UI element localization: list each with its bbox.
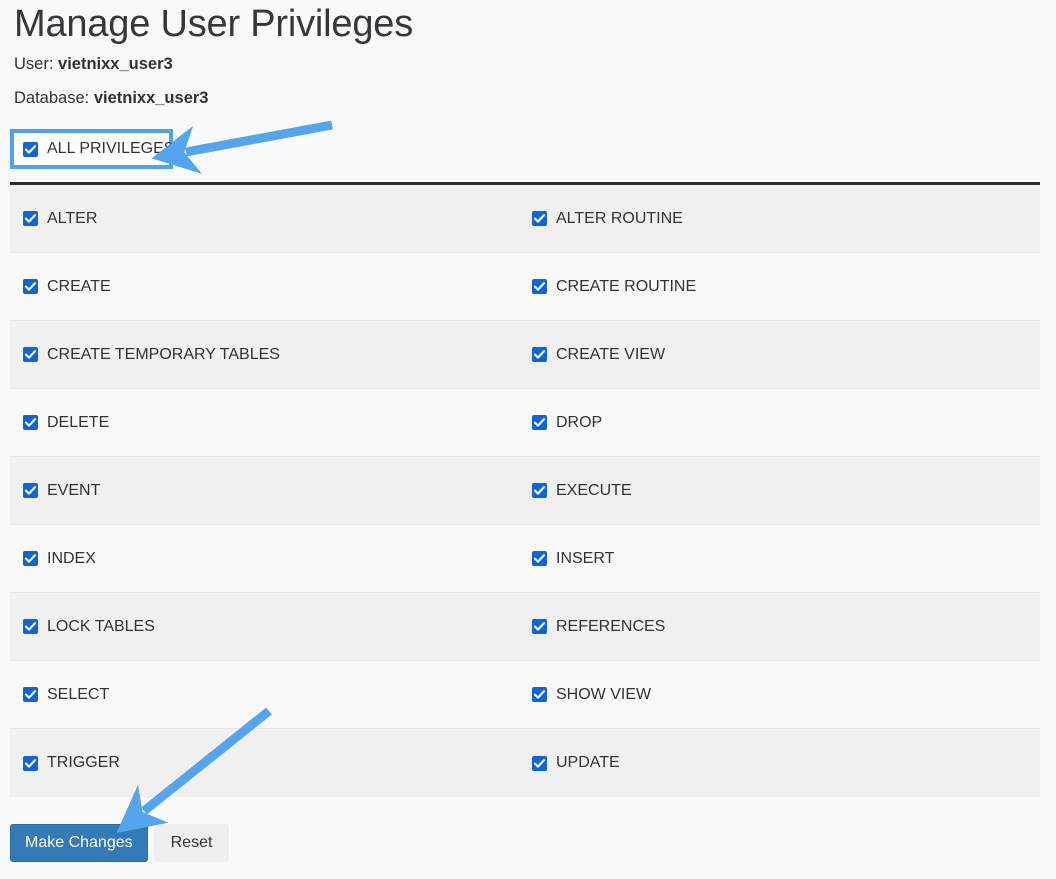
all-privileges-label: ALL PRIVILEGES xyxy=(47,140,174,158)
privilege-cell-left: CREATE TEMPORARY TABLES xyxy=(10,346,525,364)
privilege-checkbox[interactable] xyxy=(532,483,547,498)
page-title: Manage User Privileges xyxy=(10,0,1046,48)
privilege-checkbox[interactable] xyxy=(532,756,547,771)
table-row: EVENT EXECUTE xyxy=(10,457,1040,525)
privilege-label: ALTER ROUTINE xyxy=(556,210,683,228)
privilege-label: SHOW VIEW xyxy=(556,686,651,704)
privilege-label: CREATE xyxy=(47,278,111,296)
table-row: INDEX INSERT xyxy=(10,525,1040,593)
page-header: Manage User Privileges User: vietnixx_us… xyxy=(0,0,1056,108)
privilege-checkbox[interactable] xyxy=(532,347,547,362)
privilege-cell-right: SHOW VIEW xyxy=(525,686,1040,704)
database-value: vietnixx_user3 xyxy=(94,89,209,107)
table-row: ALTER ALTER ROUTINE xyxy=(10,185,1040,253)
privilege-checkbox[interactable] xyxy=(532,211,547,226)
privilege-label: CREATE VIEW xyxy=(556,346,665,364)
privilege-checkbox[interactable] xyxy=(23,279,38,294)
privilege-cell-left: EVENT xyxy=(10,482,525,500)
privilege-cell-right: REFERENCES xyxy=(525,618,1040,636)
privilege-label: UPDATE xyxy=(556,754,620,772)
privilege-label: EXECUTE xyxy=(556,482,632,500)
privilege-cell-right: INSERT xyxy=(525,550,1040,568)
privilege-checkbox[interactable] xyxy=(23,687,38,702)
privilege-label: CREATE ROUTINE xyxy=(556,278,696,296)
table-row: CREATE CREATE ROUTINE xyxy=(10,253,1040,321)
privilege-checkbox[interactable] xyxy=(532,551,547,566)
privilege-checkbox[interactable] xyxy=(23,551,38,566)
table-row: SELECT SHOW VIEW xyxy=(10,661,1040,729)
privilege-cell-right: EXECUTE xyxy=(525,482,1040,500)
privileges-table: ALTERALTER ROUTINECREATECREATE ROUTINECR… xyxy=(10,185,1040,797)
privilege-label: INDEX xyxy=(47,550,96,568)
privilege-cell-left: DELETE xyxy=(10,414,525,432)
privilege-checkbox[interactable] xyxy=(532,687,547,702)
privilege-label: EVENT xyxy=(47,482,100,500)
user-info-line: User: vietnixx_user3 xyxy=(10,55,1046,74)
user-label: User: xyxy=(14,55,53,73)
privilege-cell-left: ALTER xyxy=(10,210,525,228)
table-row: TRIGGER UPDATE xyxy=(10,729,1040,797)
privilege-label: TRIGGER xyxy=(47,754,120,772)
privilege-cell-left: CREATE xyxy=(10,278,525,296)
privilege-cell-right: CREATE VIEW xyxy=(525,346,1040,364)
privilege-checkbox[interactable] xyxy=(23,483,38,498)
privilege-cell-left: INDEX xyxy=(10,550,525,568)
privilege-checkbox[interactable] xyxy=(23,415,38,430)
privilege-checkbox[interactable] xyxy=(23,211,38,226)
all-privileges-highlight-box: ALL PRIVILEGES xyxy=(10,129,173,169)
table-row: LOCK TABLES REFERENCES xyxy=(10,593,1040,661)
database-label: Database: xyxy=(14,89,89,107)
privilege-label: SELECT xyxy=(47,686,109,704)
form-actions: Make Changes Reset xyxy=(10,824,1056,862)
privilege-label: REFERENCES xyxy=(556,618,665,636)
privilege-label: DROP xyxy=(556,414,602,432)
user-value: vietnixx_user3 xyxy=(58,55,173,73)
privilege-label: INSERT xyxy=(556,550,614,568)
privilege-label: LOCK TABLES xyxy=(47,618,155,636)
privilege-checkbox[interactable] xyxy=(23,756,38,771)
privilege-label: DELETE xyxy=(47,414,109,432)
privilege-checkbox[interactable] xyxy=(23,619,38,634)
all-privileges-checkbox[interactable] xyxy=(23,142,38,157)
privilege-label: CREATE TEMPORARY TABLES xyxy=(47,346,280,364)
privilege-cell-right: DROP xyxy=(525,414,1040,432)
privilege-checkbox[interactable] xyxy=(23,347,38,362)
privilege-cell-left: LOCK TABLES xyxy=(10,618,525,636)
make-changes-button[interactable]: Make Changes xyxy=(10,824,148,862)
privilege-cell-right: UPDATE xyxy=(525,754,1040,772)
privilege-checkbox[interactable] xyxy=(532,415,547,430)
privilege-cell-left: TRIGGER xyxy=(10,754,525,772)
privilege-checkbox[interactable] xyxy=(532,279,547,294)
database-info-line: Database: vietnixx_user3 xyxy=(10,89,1046,108)
privilege-cell-right: CREATE ROUTINE xyxy=(525,278,1040,296)
table-row: CREATE TEMPORARY TABLES CREATE VIEW xyxy=(10,321,1040,389)
privilege-checkbox[interactable] xyxy=(532,619,547,634)
table-row: DELETE DROP xyxy=(10,389,1040,457)
privilege-cell-right: ALTER ROUTINE xyxy=(525,210,1040,228)
privilege-label: ALTER xyxy=(47,210,97,228)
reset-button[interactable]: Reset xyxy=(154,824,230,862)
all-privileges-section: ALL PRIVILEGES xyxy=(0,129,1056,171)
privilege-cell-left: SELECT xyxy=(10,686,525,704)
